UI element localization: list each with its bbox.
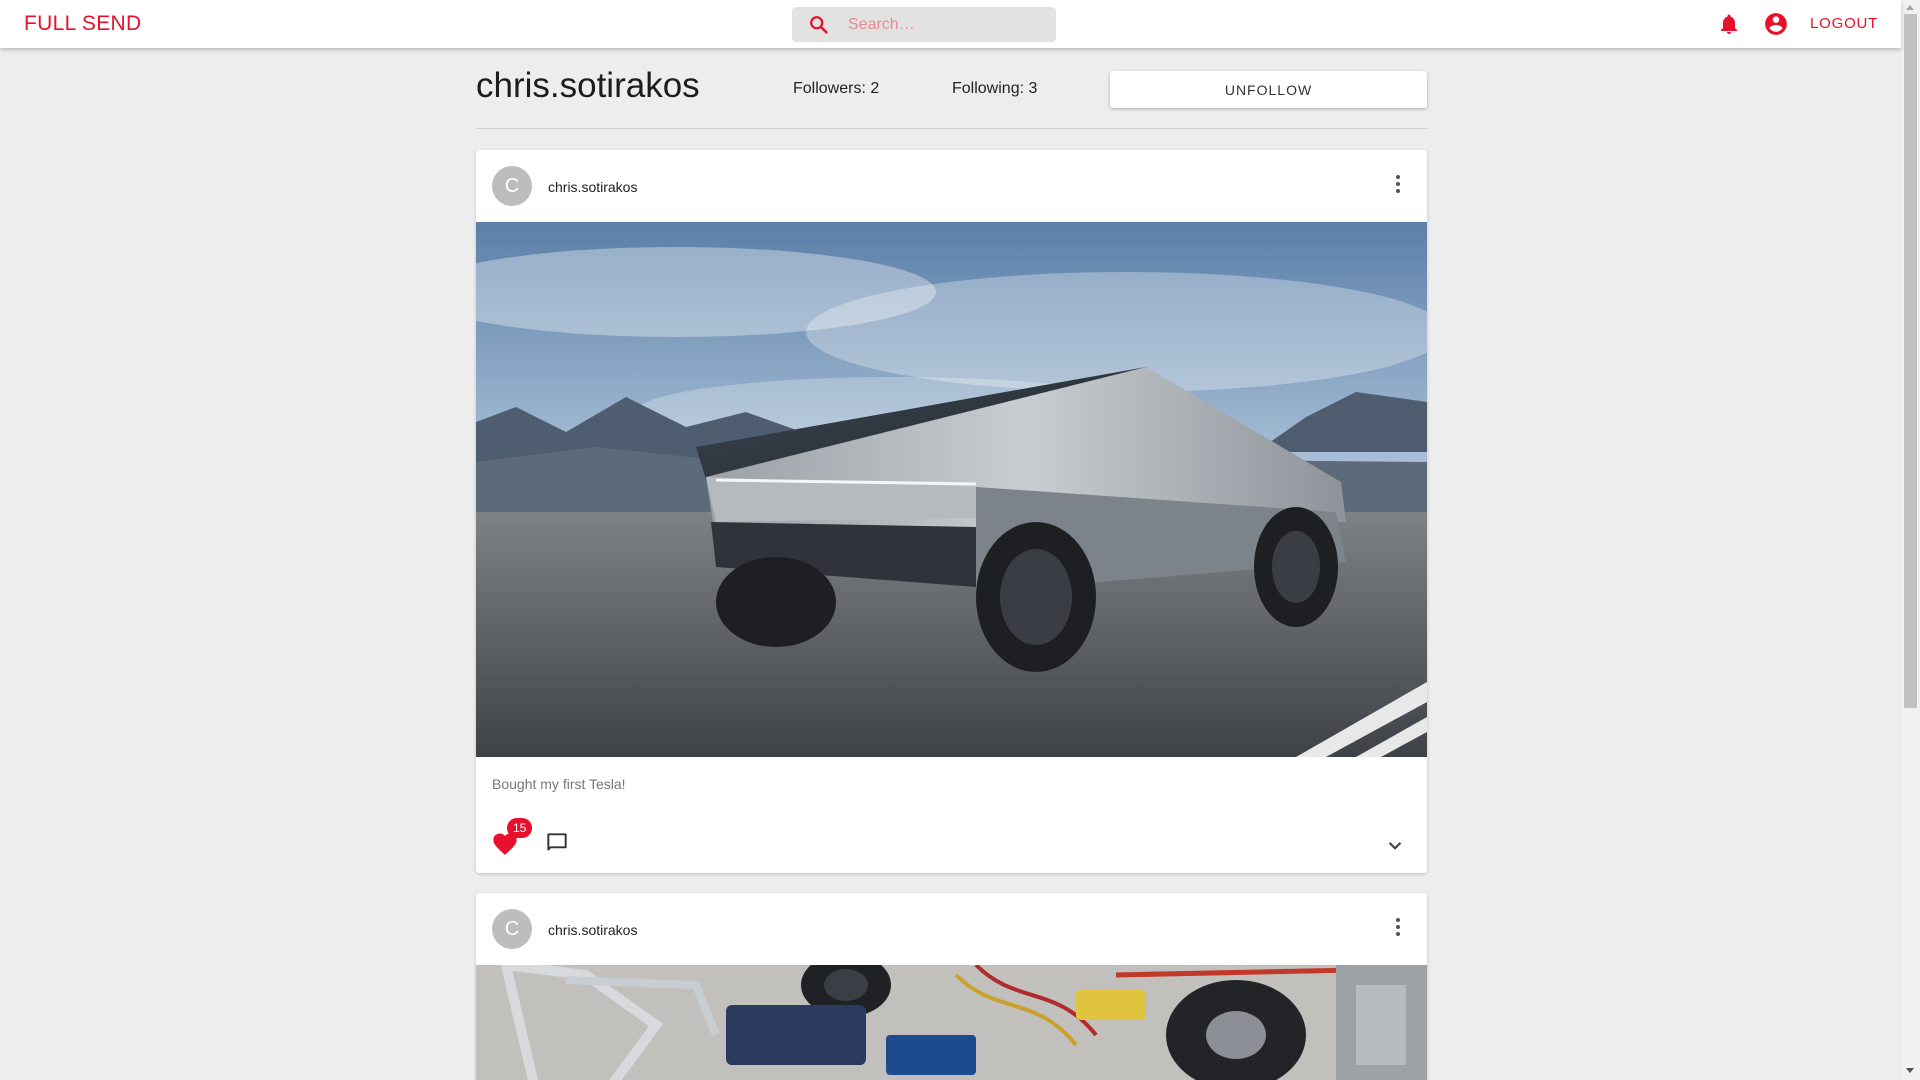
more-vert-icon[interactable]	[1386, 172, 1410, 196]
rc-car-parts-photo	[476, 965, 1427, 1080]
profile-username: chris.sotirakos	[476, 66, 700, 105]
bell-icon[interactable]	[1717, 12, 1741, 36]
search-input[interactable]	[848, 7, 1048, 42]
account-circle-icon[interactable]	[1763, 11, 1789, 37]
scroll-down-arrow-icon[interactable]	[1906, 1068, 1914, 1073]
post-photo[interactable]	[476, 965, 1427, 1080]
post-photo[interactable]	[476, 222, 1427, 757]
unfollow-button[interactable]: UNFOLLOW	[1110, 71, 1427, 108]
app-bar: FULL SEND LOGOUT	[0, 0, 1901, 48]
post-username[interactable]: chris.sotirakos	[548, 179, 637, 195]
avatar[interactable]: C	[492, 166, 532, 206]
post-caption: Bought my first Tesla!	[492, 776, 626, 792]
more-vert-icon[interactable]	[1386, 915, 1410, 939]
like-count-badge: 15	[507, 818, 533, 838]
expand-more-icon[interactable]	[1382, 832, 1408, 858]
post-card: C chris.sotirakos	[476, 893, 1427, 1080]
scroll-up-arrow-icon[interactable]	[1906, 5, 1914, 10]
scrollbar-thumb[interactable]	[1904, 14, 1917, 708]
header-divider	[476, 128, 1427, 129]
post-username[interactable]: chris.sotirakos	[548, 922, 637, 938]
comment-icon[interactable]	[544, 830, 570, 856]
avatar[interactable]: C	[492, 909, 532, 949]
cybertruck-photo	[476, 222, 1427, 757]
following-count[interactable]: Following: 3	[952, 80, 1037, 98]
post-card: C chris.sotirakos	[476, 150, 1427, 873]
logout-button[interactable]: LOGOUT	[1810, 15, 1878, 32]
brand-logo[interactable]: FULL SEND	[24, 12, 141, 36]
search-box[interactable]	[792, 7, 1056, 42]
followers-count[interactable]: Followers: 2	[793, 80, 879, 98]
search-icon	[810, 16, 828, 34]
